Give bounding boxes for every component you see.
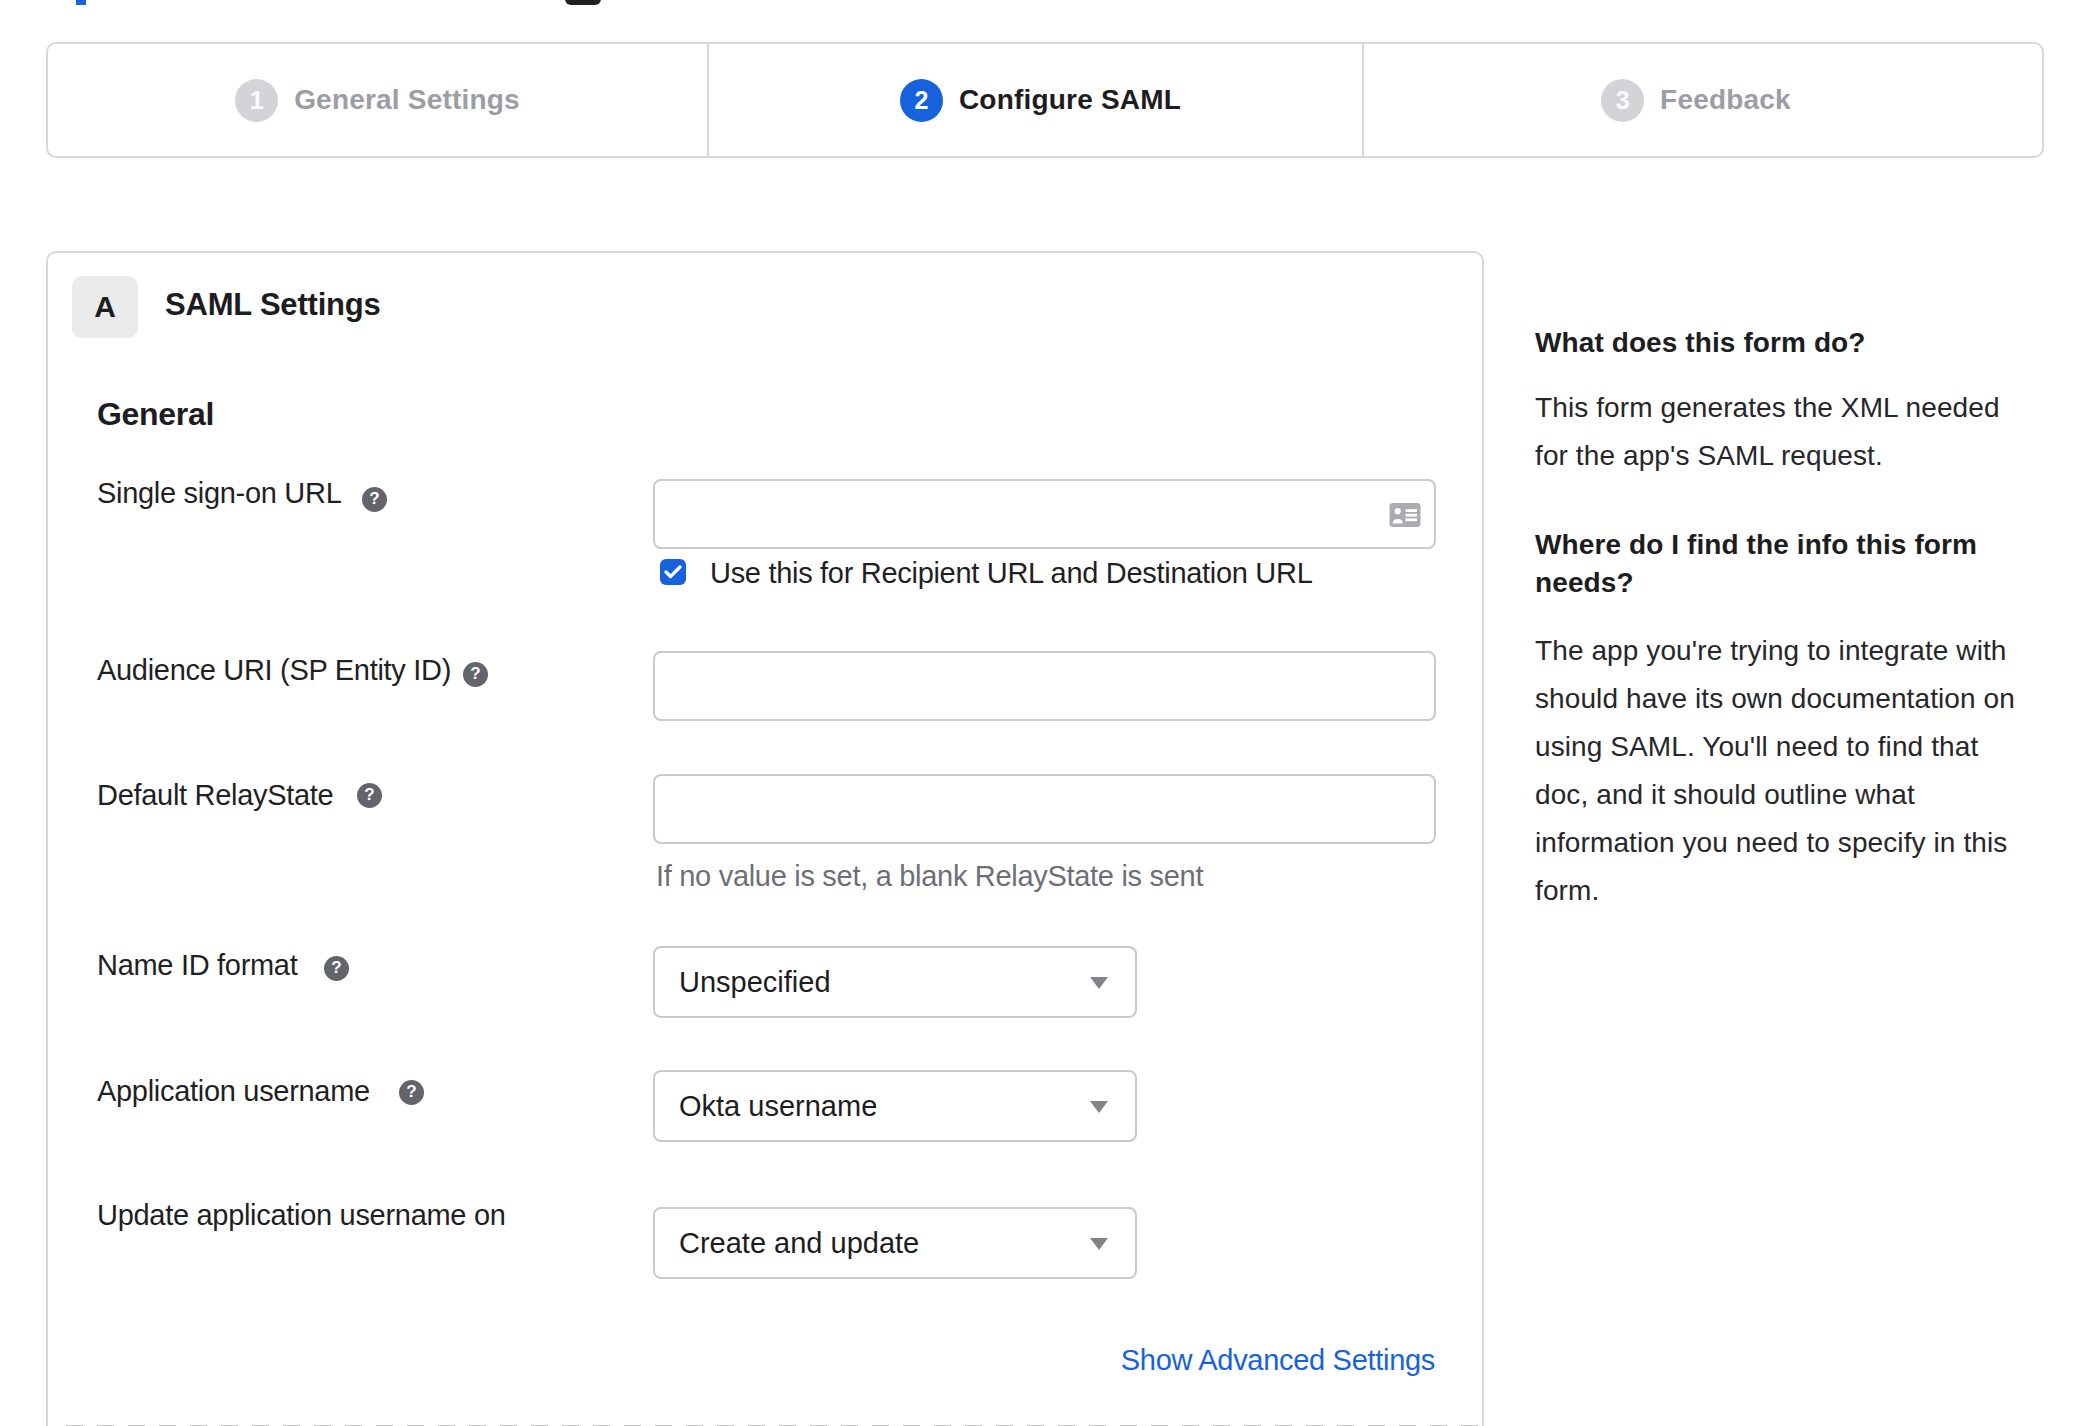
relaystate-hint: If no value is set, a blank RelayState i… — [656, 860, 1203, 893]
audience-uri-help-icon[interactable]: ? — [463, 662, 488, 687]
saml-settings-card: A SAML Settings General Single sign-on U… — [46, 251, 1484, 1426]
audience-uri-input[interactable] — [653, 651, 1436, 721]
card-title: SAML Settings — [165, 274, 381, 336]
dropdown-arrow-icon — [1090, 1101, 1108, 1113]
update-application-username-select[interactable]: Create and update — [653, 1207, 1137, 1279]
help-paragraph-2: The app you're trying to integrate with … — [1535, 627, 2015, 915]
page-title-fragment-dark — [565, 0, 601, 5]
show-advanced-settings-link[interactable]: Show Advanced Settings — [1121, 1343, 1435, 1377]
name-id-format-label: Name ID format — [97, 949, 297, 982]
application-username-help-icon[interactable]: ? — [399, 1080, 424, 1105]
general-section-heading: General — [97, 395, 214, 433]
application-username-value: Okta username — [679, 1090, 877, 1123]
step-feedback[interactable]: 3 Feedback — [1364, 44, 2042, 156]
configure-saml-page: 1 General Settings 2 Configure SAML 3 Fe… — [0, 0, 2092, 1426]
step-2-circle: 2 — [900, 79, 943, 122]
application-username-label: Application username — [97, 1075, 370, 1108]
help-heading-1: What does this form do? — [1535, 324, 1866, 362]
name-id-format-help-icon[interactable]: ? — [324, 956, 349, 981]
name-id-format-value: Unspecified — [679, 966, 831, 999]
page-title-fragment-blue — [76, 0, 86, 5]
name-id-format-select[interactable]: Unspecified — [653, 946, 1137, 1018]
step-3-circle: 3 — [1601, 79, 1644, 122]
sso-url-help-icon[interactable]: ? — [362, 487, 387, 512]
default-relaystate-input[interactable] — [653, 774, 1436, 844]
step-1-label: General Settings — [294, 84, 520, 116]
audience-uri-label: Audience URI (SP Entity ID) — [97, 654, 451, 687]
step-general-settings[interactable]: 1 General Settings — [48, 44, 707, 156]
section-a-badge: A — [72, 276, 138, 338]
step-3-label: Feedback — [1660, 84, 1791, 116]
step-2-label: Configure SAML — [959, 84, 1181, 116]
sso-url-label: Single sign-on URL — [97, 477, 341, 510]
update-application-username-value: Create and update — [679, 1227, 919, 1260]
help-paragraph-1: This form generates the XML needed for t… — [1535, 384, 2000, 480]
dropdown-arrow-icon — [1090, 1238, 1108, 1250]
checkmark-icon — [664, 565, 682, 579]
recipient-url-checkbox[interactable] — [660, 559, 686, 585]
application-username-select[interactable]: Okta username — [653, 1070, 1137, 1142]
wizard-step-bar: 1 General Settings 2 Configure SAML 3 Fe… — [46, 42, 2044, 158]
help-heading-2: Where do I find the info this form needs… — [1535, 526, 1977, 602]
default-relaystate-label: Default RelayState — [97, 779, 333, 812]
update-application-username-label: Update application username on — [97, 1199, 506, 1232]
step-1-circle: 1 — [235, 79, 278, 122]
insert-variable-card-icon[interactable] — [1389, 501, 1421, 529]
dropdown-arrow-icon — [1090, 977, 1108, 989]
step-configure-saml[interactable]: 2 Configure SAML — [707, 44, 1364, 156]
default-relaystate-help-icon[interactable]: ? — [357, 783, 382, 808]
sso-url-input[interactable] — [653, 479, 1436, 549]
recipient-url-checkbox-label[interactable]: Use this for Recipient URL and Destinati… — [710, 557, 1312, 590]
